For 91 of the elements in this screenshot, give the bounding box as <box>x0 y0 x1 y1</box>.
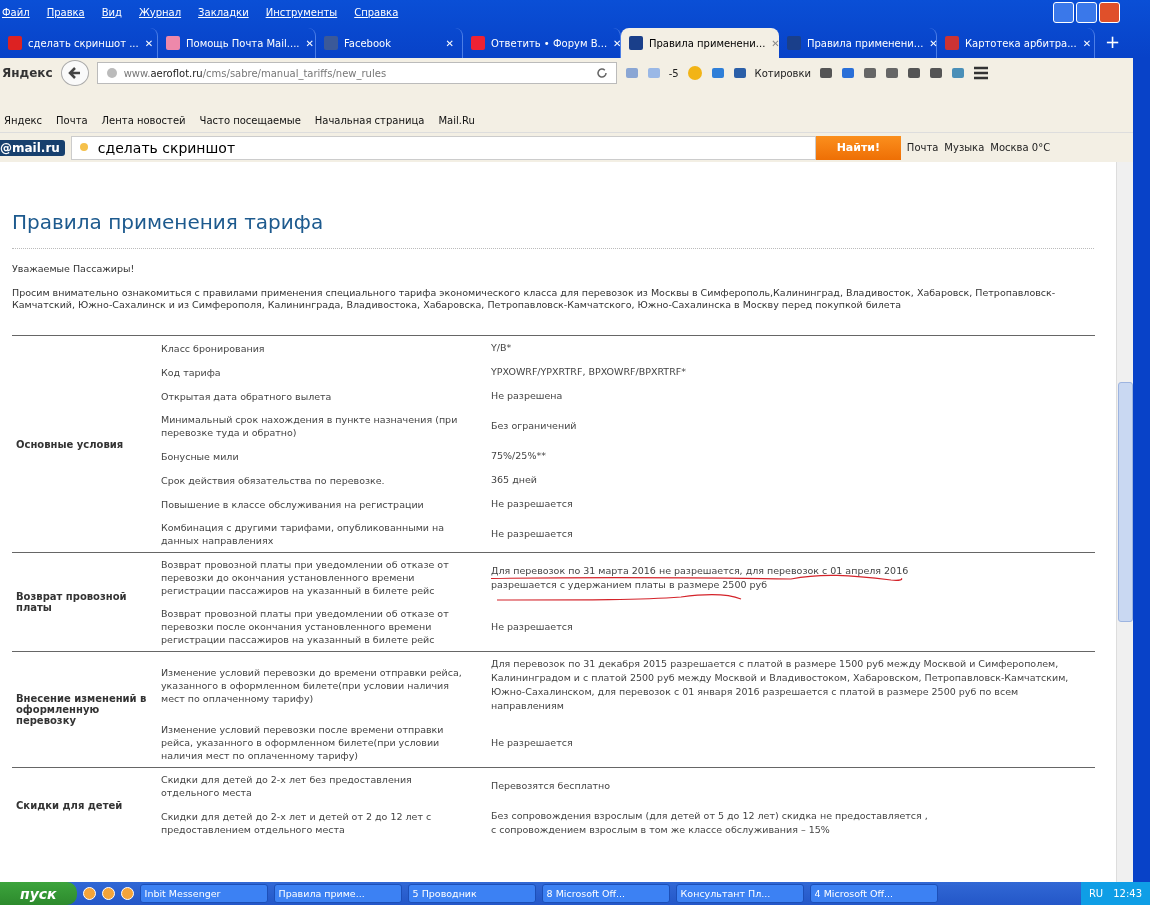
condition-cell-text: Срок действия обязательства по перевозке. <box>160 473 386 488</box>
back-arrow-icon <box>67 66 82 80</box>
back-button[interactable] <box>60 60 89 86</box>
toolbar-link[interactable]: Почта <box>906 142 939 153</box>
section-label: Возврат провозной платы <box>12 552 157 652</box>
menu-item[interactable]: Вид <box>101 6 122 18</box>
condition-cell: Изменение условий перевозки после времени отправки рейса, указанного в оформленном билете(при условии наличия мест по оплаченному тарифу) <box>157 718 487 768</box>
favicon-icon <box>944 36 959 50</box>
taskbar-button[interactable]: Правила приме... <box>273 884 402 903</box>
bookmark-link[interactable]: Начальная страница <box>314 114 425 126</box>
bookmark-link[interactable]: Яндекс <box>4 114 43 126</box>
close-icon[interactable]: ✕ <box>305 37 314 49</box>
menu-item[interactable]: Журнал <box>139 6 182 18</box>
new-tab-button[interactable]: + <box>1094 31 1130 58</box>
section-label: Внесение изменений в оформленную перевозку <box>12 651 157 768</box>
value-text: Перевозятся бесплатно <box>491 779 611 793</box>
weather-text: -5 <box>668 67 679 79</box>
favicon-icon <box>8 36 22 50</box>
value-text: Для перевозок по 31 декабря 2015 разрешается с платой в размере 1500 руб между Москвой и Симферополем, Калининградом и с платой 2500 руб между Москвой и Владивостоком, Хабаровском, Петропавловск-Камчатским, Южно-Сахалинском, для перевозок с 01 января 2016 разрешается с платой в размере 2500 руб по всем направлениям <box>491 657 1070 713</box>
bookmark-link[interactable]: Почта <box>56 114 88 126</box>
intro-paragraph: Просим внимательно ознакомиться с правилами применения специального тарифа экономического класса для перевозок из Москвы в Симферополь,Калининград, Владивосток, Хабаровск, Петропавловск-Камчатский, Южно-Сахалинск и из Симферополя, Калининграда, Владивостока, Хабаровска, Петропавловск-Камчатского, Южно-Сахалинска в Москву перед покупкой билета <box>12 287 1057 311</box>
value-text: Не разрешается <box>491 619 573 634</box>
taskbar-button[interactable]: Inbit Messenger <box>139 884 268 903</box>
menu-item[interactable]: Инструменты <box>265 6 338 18</box>
app-icon[interactable] <box>82 887 96 900</box>
condition-cell-text: Открытая дата обратного вылета <box>160 389 333 404</box>
close-icon[interactable]: ✕ <box>929 37 938 49</box>
address-field[interactable]: www.aeroflot.ru/cms/sabre/manual_tariffs/new_rules <box>96 62 617 84</box>
value-text: Не разрешена <box>491 389 563 403</box>
value-text: 365 дней <box>491 473 537 487</box>
taskbar-button[interactable]: Консультант Пл... <box>675 884 804 903</box>
value-text: Не разрешается <box>491 735 573 750</box>
close-icon[interactable]: ✕ <box>613 37 622 49</box>
close-icon[interactable]: ✕ <box>1082 37 1092 49</box>
scrollbar[interactable] <box>1116 162 1133 882</box>
quotes-link[interactable]: Котировки <box>754 67 812 79</box>
reload-icon[interactable] <box>595 67 608 79</box>
page-title: Правила применения тарифа <box>12 210 1094 249</box>
bookmark-link[interactable]: Mail.Ru <box>438 114 475 126</box>
condition-cell-text: Минимальный срок нахождения в пункте назначения (при перевозке туда и обратно) <box>160 413 459 440</box>
taskbar-button[interactable]: 5 Проводник <box>407 884 536 903</box>
clock-text: 12:43 <box>1113 888 1142 899</box>
toolbar-link[interactable]: Москва 0°C <box>990 142 1051 153</box>
section-label: Скидки для детей <box>12 767 157 842</box>
value-text: Без ограничений <box>491 419 577 433</box>
menu-item[interactable]: Закладки <box>198 6 249 18</box>
value-text: Не разрешается <box>491 527 573 541</box>
value-text: Для перевозок по 31 марта 2016 не разрешается, для перевозок с 01 апреля 2016 разрешается с удержанием платы в размере 2500 руб <box>491 563 909 592</box>
mailru-logo[interactable]: @mail.ru <box>0 139 65 156</box>
condition-cell: Класс бронирования <box>157 335 487 360</box>
minimize-button[interactable] <box>1053 1 1074 23</box>
section-label: Основные условия <box>12 335 157 553</box>
condition-cell-text: Повышение в классе обслуживания на регистрации <box>160 497 425 512</box>
menu-icon[interactable] <box>973 66 990 80</box>
app-icon[interactable] <box>120 887 134 900</box>
condition-cell-text: Скидки для детей до 2-х лет и детей от 2 до 12 лет с предоставлением отдельного места <box>160 810 433 837</box>
favicon-icon <box>786 36 801 50</box>
condition-cell: Изменение условий перевозки до времени отправки рейса, указанного в оформленном билете(при условии наличия мест по оплаченному тарифу) <box>157 651 487 718</box>
menu-item[interactable]: Правка <box>46 6 85 18</box>
value-text: YPXOWRF/YPXRTRF, BPXOWRF/BPXRTRF* <box>491 365 686 379</box>
brand-logo[interactable]: Яндекс <box>2 66 53 80</box>
favicon-icon <box>628 36 643 50</box>
value-text: Y/B* <box>491 341 512 355</box>
close-icon[interactable]: ✕ <box>144 37 154 49</box>
value-text: Не разрешается <box>491 497 573 511</box>
favicon-icon <box>166 36 180 50</box>
close-icon[interactable]: ✕ <box>445 37 454 49</box>
value-text: Без сопровождения взрослым (для детей от 5 до 12 лет) скидка не предоставляется , с сопровождением взрослым в том же классе обслуживания – 15% <box>491 809 928 837</box>
greeting-text: Уважаемые Пассажиры! <box>12 263 136 275</box>
app-icon[interactable] <box>101 887 115 900</box>
favicon-icon <box>324 36 338 50</box>
browser-tab[interactable]: Правила применени... ✕ <box>620 28 779 58</box>
condition-cell: Возврат провозной платы при уведомлении об отказе от перевозки до окончания установленного времени регистрации пассажиров на указанный в билете рейс <box>157 552 487 602</box>
condition-cell: Комбинация с другими тарифами, опубликованными на данных направлениях <box>157 516 487 553</box>
bookmark-link[interactable]: Лента новостей <box>101 114 186 126</box>
bookmark-link[interactable]: Часто посещаемые <box>199 114 301 126</box>
menu-item[interactable]: Файл <box>2 6 30 18</box>
close-button[interactable] <box>1099 1 1120 23</box>
maximize-button[interactable] <box>1076 1 1097 23</box>
condition-cell-text: Код тарифа <box>160 365 222 380</box>
start-button[interactable]: пуск <box>0 882 77 905</box>
value-text: 75%/25%** <box>491 449 546 463</box>
toolbar-link[interactable]: Музыка <box>944 142 985 153</box>
condition-cell: Скидки для детей до 2-х лет без предоставления отдельного места <box>157 767 487 804</box>
search-field[interactable]: сделать скриншот <box>70 135 816 160</box>
taskbar-button[interactable]: 8 Microsoft Off... <box>541 884 670 903</box>
favicon-icon <box>470 36 485 50</box>
menu-item[interactable]: Справка <box>354 6 399 18</box>
condition-cell-text: Бонусные мили <box>160 449 240 464</box>
condition-cell: Возврат провозной платы при уведомлении об отказе от перевозки после окончания установленного времени регистрации пассажиров на указанный в билете рейс <box>157 602 487 652</box>
taskbar-button[interactable]: 4 Microsoft Off... <box>809 884 938 903</box>
